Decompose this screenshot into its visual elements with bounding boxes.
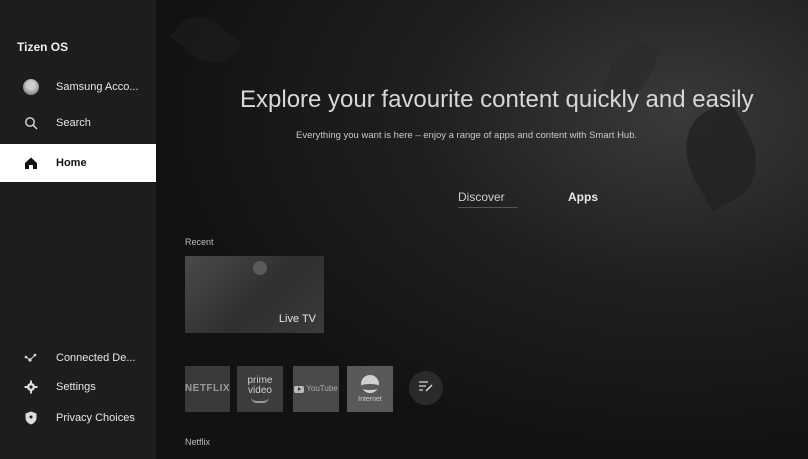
app-tile-youtube[interactable]: YouTube [293,366,339,412]
play-icon [294,385,305,393]
prime-logo-line2: video [248,384,272,396]
prime-smile-icon [251,397,269,403]
decorative-leaf [668,98,774,212]
tab-discover[interactable]: Discover [458,190,505,204]
main-content: Explore your favourite content quickly a… [156,0,808,459]
section-label-recent: Recent [185,237,214,247]
home-icon [22,154,40,172]
shield-icon [22,409,40,427]
internet-globe-icon [361,375,379,393]
tab-underline [458,207,518,208]
sidebar-item-label: Search [56,117,91,129]
sidebar-item-search[interactable]: Search [0,106,156,140]
os-title: Tizen OS [17,40,69,54]
section-label-netflix: Netflix [185,437,211,447]
hero-subtitle: Everything you want is here – enjoy a ra… [296,130,638,141]
app-tile-netflix[interactable]: NETFLIX [185,366,230,412]
sidebar-item-label: Settings [56,381,96,393]
tab-apps[interactable]: Apps [568,190,598,204]
edit-list-icon [418,379,434,397]
youtube-logo: YouTube [294,384,338,393]
sidebar-item-privacy-choices[interactable]: Privacy Choices [0,401,156,435]
netflix-logo-text: NETFLIX [184,383,231,394]
connected-devices-icon [22,349,40,367]
live-tv-label: Live TV [278,313,316,325]
avatar [22,78,40,96]
prime-logo-line1: prime [247,374,273,386]
youtube-logo-text: YouTube [306,384,338,393]
internet-label: Internet [358,396,382,403]
search-icon [22,114,40,132]
sidebar-item-label: Connected De... [56,352,136,364]
decorative-dot [253,261,267,275]
sidebar-item-label: Samsung Acco... [56,81,139,93]
sidebar-item-label: Home [56,157,87,169]
app-tile-internet[interactable]: Internet [347,366,393,412]
sidebar: Tizen OS Samsung Acco... Search Home Con… [0,0,156,459]
sidebar-item-settings[interactable]: Settings [0,370,156,404]
edit-apps-button[interactable] [409,371,443,405]
sidebar-item-home[interactable]: Home [0,144,156,182]
sidebar-item-account[interactable]: Samsung Acco... [0,70,156,104]
decorative-leaf [170,5,242,75]
app-tile-prime-video[interactable]: prime video [237,366,283,412]
tv-home-screen: Tizen OS Samsung Acco... Search Home Con… [0,0,808,459]
live-tv-tile[interactable]: Live TV [185,256,324,333]
sidebar-item-label: Privacy Choices [56,412,135,424]
gear-icon [22,378,40,396]
hero-title: Explore your favourite content quickly a… [240,86,754,113]
